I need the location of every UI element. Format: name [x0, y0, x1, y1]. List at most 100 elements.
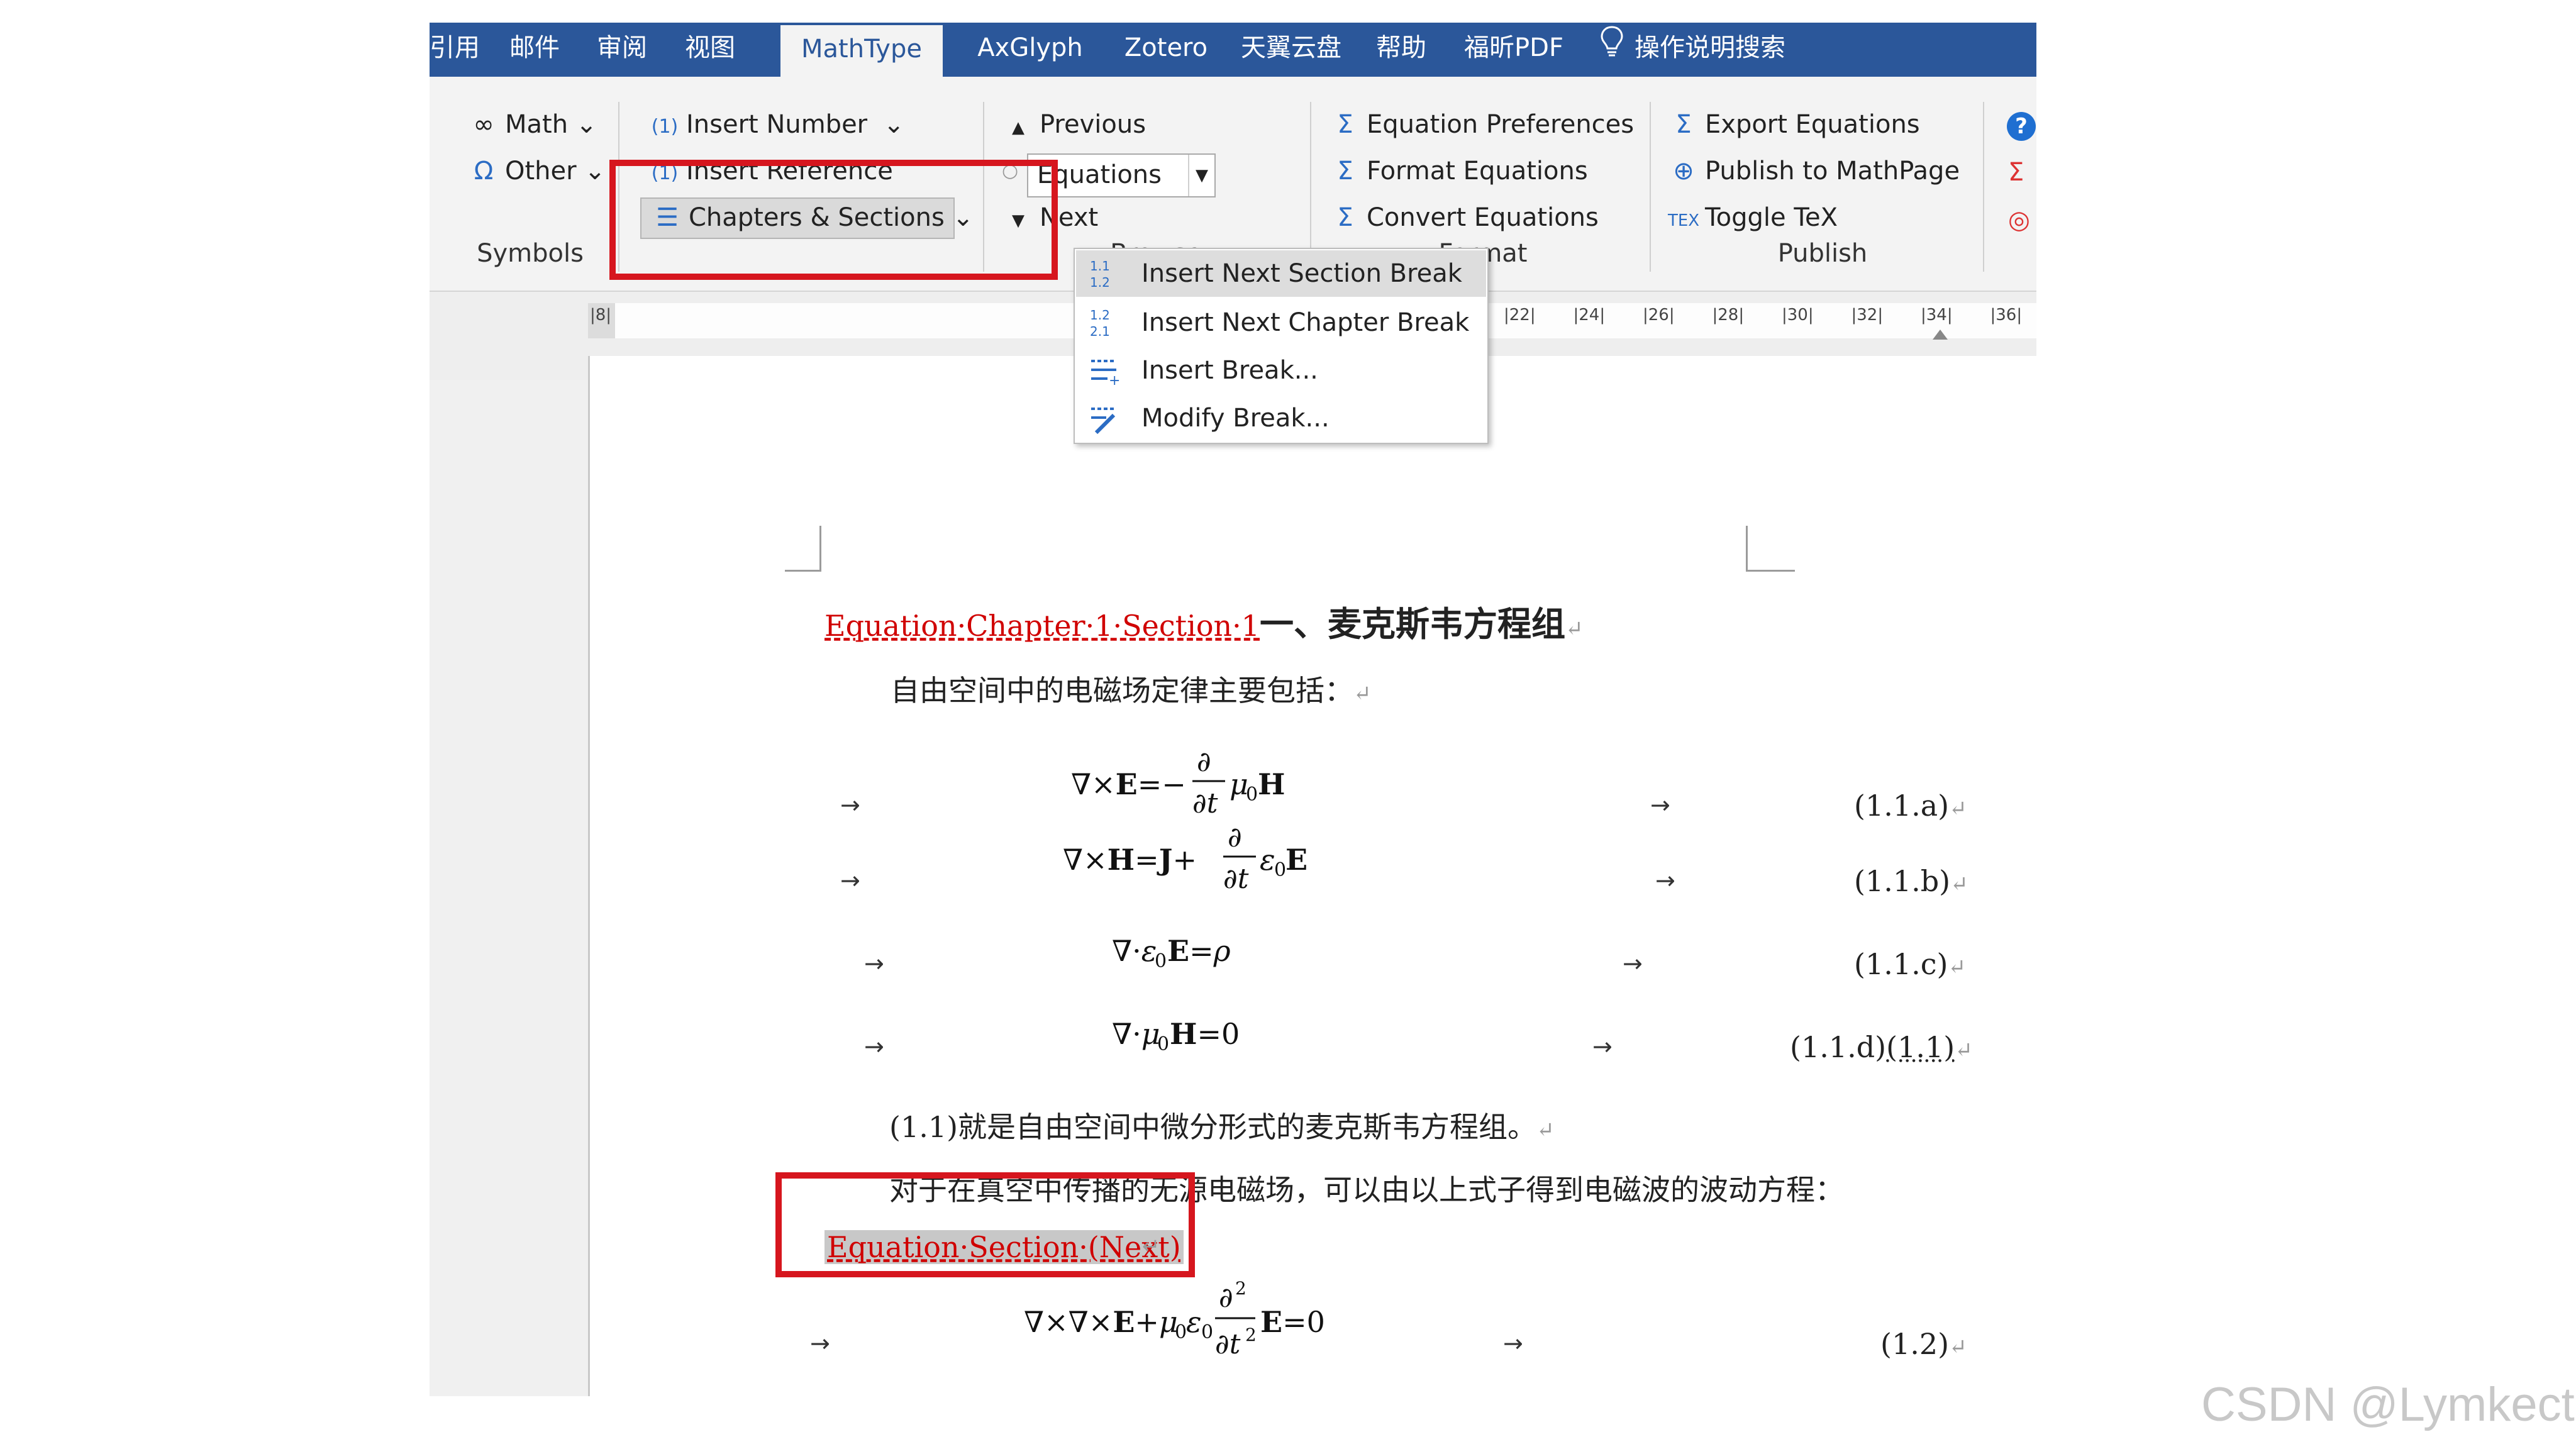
svg-text:0: 0	[1155, 950, 1167, 972]
menu-item-insert-next-chapter-break[interactable]: 1.2 2.1 Insert Next Chapter Break	[1076, 299, 1486, 346]
svg-text:0: 0	[1274, 859, 1286, 881]
equation-wave[interactable]: ∇×∇×E+μ 0 ε 0 ∂ 2 ∂t 2 E=0	[1024, 1268, 1376, 1381]
ribbon-separator	[1310, 102, 1311, 272]
tab-foxit-pdf[interactable]: 福昕PDF	[1451, 23, 1577, 77]
equation-number-icon: (1)	[651, 116, 679, 138]
svg-text:∇·μ: ∇·μ	[1112, 1017, 1160, 1051]
tab-references[interactable]: 引用	[430, 23, 480, 77]
math-button[interactable]: ∞ Math ⌄	[467, 109, 597, 140]
svg-text:H: H	[1258, 767, 1285, 801]
svg-text:1.2: 1.2	[1090, 275, 1110, 290]
toggle-tex-button[interactable]: TEX Toggle TeX	[1667, 203, 1838, 236]
tab-arrow: →	[1623, 950, 1643, 977]
tab-arrow: →	[1503, 1330, 1523, 1357]
equation-number-2: (1.2)↵	[1880, 1327, 1967, 1361]
tex-icon: TEX	[1667, 211, 1700, 230]
menu-item-insert-next-section-break[interactable]: 1.1 1.2 Insert Next Section Break	[1076, 250, 1486, 297]
svg-text:2: 2	[1245, 1324, 1257, 1345]
equation-gauss-electric[interactable]: ∇·ε 0 E=ρ	[1112, 922, 1301, 979]
tab-help[interactable]: 帮助	[1367, 23, 1436, 77]
equation-chapter-field[interactable]: Equation·Chapter·1·Section·1	[824, 609, 1260, 643]
convert-equations-button[interactable]: Σ Convert Equations	[1329, 203, 1599, 233]
tab-axglyph[interactable]: AxGlyph	[958, 23, 1102, 77]
word-window: 引用 邮件 审阅 视图 MathType AxGlyph Zotero 天翼云盘…	[430, 23, 2036, 1396]
svg-text:2.1: 2.1	[1090, 324, 1110, 339]
tab-arrow: →	[864, 950, 884, 977]
svg-text:∂t: ∂t	[1215, 1328, 1241, 1360]
equation-number-1d: (1.1.d)(1.1)↵	[1790, 1030, 1973, 1064]
mathtype-tool-icon[interactable]: Σ	[2008, 157, 2024, 187]
svg-text:∇×H=J+: ∇×H=J+	[1063, 843, 1197, 877]
menu-item-label: Insert Next Chapter Break	[1141, 308, 1470, 337]
tab-zotero[interactable]: Zotero	[1113, 23, 1219, 77]
svg-text:∇×E=−: ∇×E=−	[1071, 767, 1186, 801]
tab-view[interactable]: 视图	[679, 23, 741, 77]
publish-mathpage-button[interactable]: ⊕ Publish to MathPage	[1667, 156, 1960, 186]
tab-arrow: →	[864, 1033, 884, 1060]
paragraph-intro-text: 自由空间中的电磁场定律主要包括：	[891, 674, 1353, 708]
ruler-tick-label: |24|	[1573, 306, 1606, 325]
equation-gauss-magnetic[interactable]: ∇·μ 0 H=0	[1112, 1005, 1301, 1062]
paragraph-summary[interactable]: (1.1)就是自由空间中微分形式的麦克斯韦方程组。↵	[889, 1104, 1555, 1146]
mathtype-search-icon[interactable]: ◎	[2008, 205, 2030, 235]
ribbon-separator	[1650, 102, 1651, 272]
format-equations-button[interactable]: Σ Format Equations	[1329, 156, 1587, 186]
menu-item-modify-break[interactable]: Modify Break...	[1076, 395, 1486, 441]
lightbulb-icon	[1599, 24, 1624, 74]
svg-text:H=0: H=0	[1170, 1017, 1240, 1051]
equation-group-number[interactable]: (1.1)	[1886, 1030, 1955, 1064]
ribbon-tab-bar: 引用 邮件 审阅 视图 MathType AxGlyph Zotero 天翼云盘…	[430, 23, 2036, 77]
equation-preferences-button[interactable]: Σ Equation Preferences	[1329, 109, 1634, 140]
tab-tianyi-cloud[interactable]: 天翼云盘	[1228, 23, 1354, 77]
svg-text:E=0: E=0	[1260, 1305, 1325, 1339]
highlight-box-menu	[609, 160, 1058, 280]
infinity-icon: ∞	[473, 110, 494, 139]
svg-text:∂: ∂	[1197, 746, 1211, 778]
ruler-tick-label: |34|	[1921, 306, 1953, 325]
ribbon-separator	[1983, 102, 1984, 272]
equation-ampere[interactable]: ∇×H=J+ ∂ ∂t ε0 E	[1063, 802, 1327, 916]
tab-arrow: →	[1650, 791, 1670, 819]
paragraph-intro[interactable]: 自由空间中的电磁场定律主要包括：↵	[891, 668, 1372, 709]
tell-me-label: 操作说明搜索	[1635, 33, 1785, 62]
chevron-down-icon[interactable]: ▼	[1188, 155, 1214, 196]
other-button[interactable]: Ω Other ⌄	[467, 156, 606, 186]
paragraph-mark: ↵	[1565, 616, 1584, 641]
ruler-tick-label: |30|	[1782, 306, 1814, 325]
tab-arrow: →	[1655, 867, 1675, 894]
tab-mailings[interactable]: 邮件	[500, 23, 569, 77]
ruler-tick-label: |8|	[590, 306, 612, 325]
heading-title: 一、麦克斯韦方程组	[1260, 604, 1566, 644]
svg-text:ε: ε	[1186, 1305, 1202, 1339]
heading-line[interactable]: Equation·Chapter·1·Section·1一、麦克斯韦方程组↵	[824, 596, 1584, 646]
equation-number-1b: (1.1.b)↵	[1854, 864, 1968, 898]
menu-item-label: Insert Break...	[1141, 356, 1318, 385]
svg-text:∇·ε: ∇·ε	[1112, 934, 1157, 968]
previous-button[interactable]: ▲ Previous	[1002, 109, 1146, 143]
chapters-sections-menu: 1.1 1.2 Insert Next Section Break 1.2 2.1 …	[1074, 248, 1489, 444]
insert-number-button[interactable]: (1) Insert Number ⌄	[648, 109, 904, 142]
tab-mathtype[interactable]: MathType	[780, 25, 943, 77]
svg-text:ε: ε	[1260, 843, 1275, 877]
sigma-convert-icon: Σ	[1337, 203, 1353, 232]
help-icon[interactable]: ?	[2007, 112, 2036, 141]
tab-review[interactable]: 审阅	[591, 23, 653, 77]
ruler-tick-label: |26|	[1643, 306, 1675, 325]
paragraph-mark: ↵	[1536, 1118, 1555, 1143]
sigma-export-icon: Σ	[1675, 110, 1692, 139]
crop-mark-left	[785, 526, 821, 572]
globe-icon: ⊕	[1673, 157, 1694, 186]
export-equations-button[interactable]: Σ Export Equations	[1667, 109, 1919, 140]
modify-break-icon	[1091, 408, 1116, 435]
tab-arrow: →	[810, 1330, 830, 1357]
tab-arrow: →	[840, 791, 860, 819]
svg-text:E=ρ: E=ρ	[1167, 934, 1231, 968]
svg-text:∂t: ∂t	[1223, 863, 1249, 895]
sigma-preferences-icon: Σ	[1337, 110, 1353, 139]
ruler-tick-label: |32|	[1851, 306, 1884, 325]
menu-item-insert-break[interactable]: + Insert Break...	[1076, 347, 1486, 394]
svg-text:∂: ∂	[1219, 1282, 1233, 1314]
right-indent-marker[interactable]	[1933, 330, 1948, 340]
tell-me-search[interactable]: 操作说明搜索	[1599, 23, 1826, 77]
svg-text:0: 0	[1157, 1033, 1169, 1055]
